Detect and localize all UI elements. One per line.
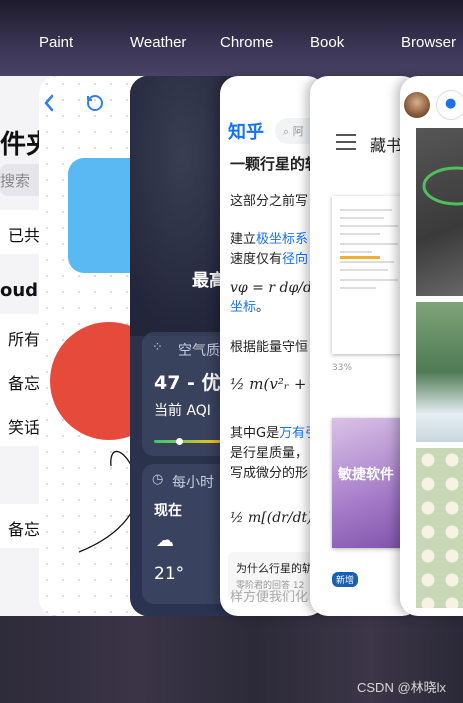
article-paragraph-3-text: 速度仅有 [230,252,283,267]
aqi-label: 当前 AQI [154,403,211,419]
hourly-now-temp: 21° [154,564,185,584]
notes-section-icloud: oud [0,280,39,301]
menu-icon[interactable] [336,134,356,150]
app-label-browser[interactable]: Browser [401,34,456,51]
hourly-now-label: 现在 [154,503,182,519]
profile-button[interactable]: ● [436,90,463,120]
photo-flower-pattern[interactable] [416,448,463,608]
user-avatar[interactable] [404,92,430,118]
article-paragraph-2-text: 建立 [230,232,257,247]
app-label-paint[interactable]: Paint [39,34,73,51]
clock-icon: ◷ [152,472,164,487]
app-switcher-labels: Paint Weather Chrome Book Browser [0,34,463,58]
coordinate-link[interactable]: 坐标 [230,300,256,315]
browser-app-card[interactable]: ● [400,76,463,616]
account-icon: ● [445,96,457,111]
net-ring [422,166,463,206]
aqi-value: 47 - 优 [154,372,221,394]
photo-forest[interactable] [416,302,463,442]
aqi-dots-icon: ⁘ [152,340,163,355]
document-lines [340,209,398,289]
app-label-book[interactable]: Book [310,34,344,51]
partly-cloudy-icon: ☁ [156,530,174,551]
aqi-header: 空气质 [178,343,220,359]
related-answer-title: 为什么行星的轨 [236,562,313,575]
watermark: CSDN @林晓lx [357,680,447,695]
hourly-header: 每小时 [172,475,214,491]
reading-progress: 33% [332,363,353,373]
aqi-scale-marker [176,438,183,445]
article-footer-text: 样方便我们化 [230,590,309,605]
article-paragraph-4-text: 。 [256,300,270,315]
app-label-chrome[interactable]: Chrome [220,34,273,51]
article-paragraph-4: 坐标。 [230,298,269,318]
zhihu-search-text: 阿 [292,125,304,138]
article-paragraph-6: 其中G是万有引 [230,424,318,444]
search-icon: ⌕ [283,125,290,138]
new-badge: 新增 [332,572,359,587]
article-paragraph-5: 根据能量守恒 [230,340,309,355]
article-paragraph-7: 是行星质量， [230,446,309,461]
polar-coordinates-link[interactable]: 极坐标系 [256,232,308,247]
book-cover-agile[interactable]: 敏捷软件 [332,418,410,548]
article-headline: 一颗行星的轨 [230,155,321,173]
radial-link[interactable]: 径向 [282,252,308,267]
article-paragraph-2: 建立极坐标系 [230,230,308,250]
article-paragraph-8: 写成微分的形 [230,466,309,481]
article-paragraph-3: 速度仅有径向 [230,250,308,270]
article-paragraph-1: 这部分之前写 [230,194,309,209]
zhihu-logo[interactable]: 知乎 [228,118,264,144]
article-paragraph-6-text: 其中G是 [230,426,280,441]
library-title: 藏书 [370,136,403,155]
book-cover-document[interactable] [332,196,410,354]
book-cover-title-art: 敏捷软件 [338,467,394,483]
photo-trampoline[interactable] [416,128,463,296]
app-label-weather[interactable]: Weather [130,34,186,51]
formula-energy: ½ m(v²ᵣ + [230,375,307,393]
